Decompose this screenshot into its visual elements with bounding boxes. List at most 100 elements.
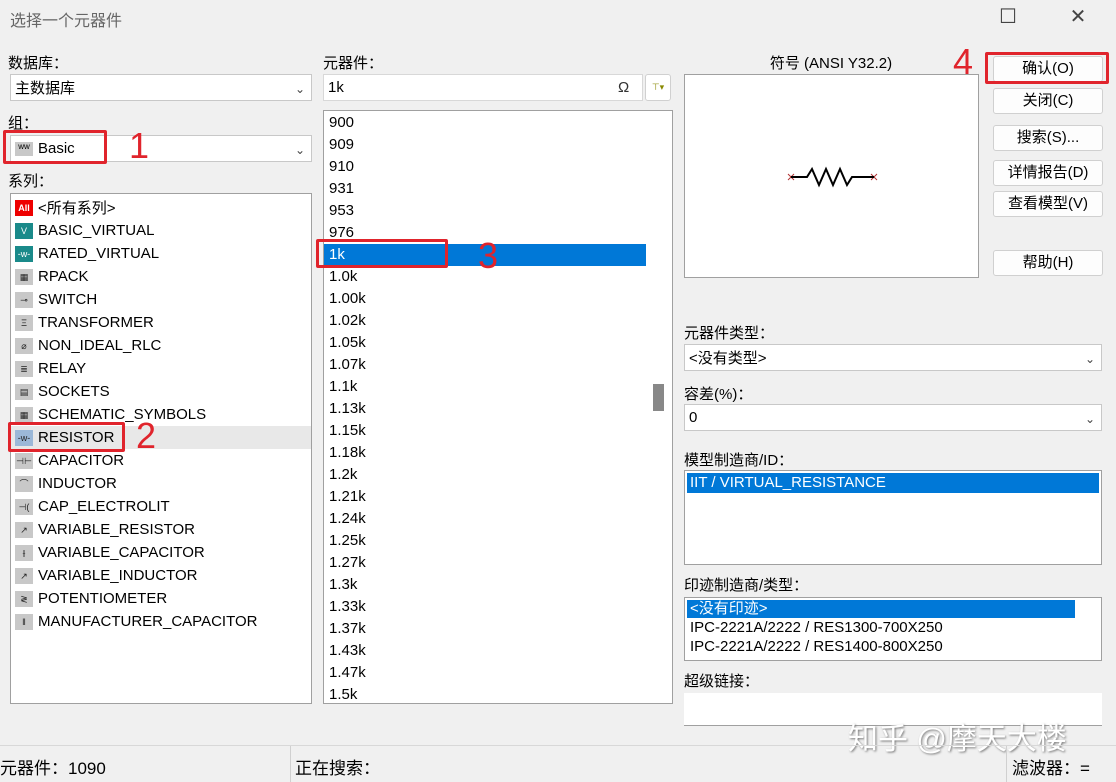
list-item[interactable]: <没有印迹> — [687, 600, 1075, 618]
list-item[interactable]: IPC-2221A/2222 / RES1400-800X250 — [687, 637, 1099, 656]
close-window-button[interactable]: ✕ — [1058, 4, 1098, 30]
list-item[interactable]: IPC-2221A/2222 / RES1300-700X250 — [687, 618, 1099, 637]
series-icon: V — [15, 222, 33, 239]
series-item-label: CAP_ELECTROLIT — [38, 498, 170, 515]
series-item-label: MANUFACTURER_CAPACITOR — [38, 613, 258, 630]
component-item[interactable]: 1.47k — [324, 662, 646, 684]
series-item-label: RATED_VIRTUAL — [38, 245, 160, 262]
component-type-value: <没有类型> — [689, 350, 767, 367]
annotation-box-4 — [985, 52, 1109, 84]
series-item[interactable]: ⊣( CAP_ELECTROLIT — [11, 495, 311, 518]
component-item[interactable]: 1.02k — [324, 310, 646, 332]
series-item-label: <所有系列> — [38, 200, 116, 217]
series-item[interactable]: ↗ VARIABLE_RESISTOR — [11, 518, 311, 541]
series-item[interactable]: ⊸ SWITCH — [11, 288, 311, 311]
component-item[interactable]: 1.07k — [324, 354, 646, 376]
series-icon: -w- — [15, 245, 33, 262]
component-item[interactable]: 900 — [324, 112, 646, 134]
series-item[interactable]: Ξ TRANSFORMER — [11, 311, 311, 334]
component-item[interactable]: 1.3k — [324, 574, 646, 596]
component-item[interactable]: 1.24k — [324, 508, 646, 530]
component-item[interactable]: 1.21k — [324, 486, 646, 508]
series-icon: ⊣( — [15, 498, 33, 515]
status-searching: 正在搜索： — [295, 759, 380, 778]
component-label: 元器件： — [323, 55, 384, 72]
series-item[interactable]: ⊣⊢ CAPACITOR — [11, 449, 311, 472]
status-bar: 元器件：1090 正在搜索： 滤波器：= — [0, 745, 1116, 782]
series-icon: ▦ — [15, 268, 33, 285]
component-item[interactable]: 1.5k — [324, 684, 646, 703]
series-item-label: SWITCH — [38, 291, 98, 308]
series-item[interactable]: ‖ MANUFACTURER_CAPACITOR — [11, 610, 311, 633]
series-icon: ⊸ — [15, 291, 33, 308]
series-item[interactable]: ▦ RPACK — [11, 265, 311, 288]
series-label: 系列： — [8, 173, 54, 190]
component-item[interactable]: 1.43k — [324, 640, 646, 662]
annotation-box-3 — [316, 239, 448, 268]
model-mfr-list[interactable]: IIT / VIRTUAL_RESISTANCE — [684, 470, 1102, 565]
component-list[interactable]: 900 909 910 931 953 976 1k 1.0k 1.00k 1.02k 1.05k 1… — [323, 110, 673, 704]
series-icon: ⫲ — [15, 544, 33, 561]
component-item[interactable]: 1.00k — [324, 288, 646, 310]
component-item[interactable]: 909 — [324, 134, 646, 156]
series-item[interactable]: V BASIC_VIRTUAL — [11, 219, 311, 242]
hyperlink-label: 超级链接： — [684, 673, 760, 690]
component-item[interactable]: 1.05k — [324, 332, 646, 354]
symbol-preview — [684, 74, 979, 278]
vertical-scrollbar-thumb[interactable] — [653, 384, 664, 411]
series-item[interactable]: ⌀ NON_IDEAL_RLC — [11, 334, 311, 357]
tolerance-dropdown[interactable]: 0 ⌄ — [684, 404, 1102, 431]
component-item[interactable]: 1.18k — [324, 442, 646, 464]
series-item[interactable]: All <所有系列> — [11, 196, 311, 219]
detail-report-button[interactable]: 详情报告(D) — [993, 160, 1103, 186]
footprint-list[interactable]: <没有印迹> IPC-2221A/2222 / RES1300-700X250 … — [684, 597, 1102, 661]
component-input-value: 1k — [328, 79, 344, 96]
component-item[interactable]: 1.2k — [324, 464, 646, 486]
status-divider — [290, 746, 291, 782]
component-type-dropdown[interactable]: <没有类型> ⌄ — [684, 344, 1102, 371]
series-item[interactable]: ⫲ VARIABLE_CAPACITOR — [11, 541, 311, 564]
component-item[interactable]: 931 — [324, 178, 646, 200]
chevron-down-icon: ⌄ — [295, 81, 306, 96]
filter-icon[interactable]: ⊤▾ — [645, 74, 671, 101]
series-item-label: SOCKETS — [38, 383, 110, 400]
component-item[interactable]: 1.15k — [324, 420, 646, 442]
series-icon: ▦ — [15, 406, 33, 423]
series-item[interactable]: ▤ SOCKETS — [11, 380, 311, 403]
series-icon: ≷ — [15, 590, 33, 607]
search-button[interactable]: 搜索(S)... — [993, 125, 1103, 151]
series-item[interactable]: ≷ POTENTIOMETER — [11, 587, 311, 610]
series-icon: ⌀ — [15, 337, 33, 354]
series-item-label: BASIC_VIRTUAL — [38, 222, 155, 239]
tolerance-value: 0 — [689, 409, 698, 426]
series-item-label: VARIABLE_CAPACITOR — [38, 544, 205, 561]
component-item[interactable]: 1.27k — [324, 552, 646, 574]
series-item-label: RPACK — [38, 268, 89, 285]
component-item[interactable]: 1.25k — [324, 530, 646, 552]
maximize-button[interactable]: ☐ — [988, 4, 1028, 30]
component-item[interactable]: 1.33k — [324, 596, 646, 618]
series-item[interactable]: ⌒ INDUCTOR — [11, 472, 311, 495]
close-button[interactable]: 关闭(C) — [993, 88, 1103, 114]
series-item[interactable]: -w- RATED_VIRTUAL — [11, 242, 311, 265]
series-item-label: VARIABLE_INDUCTOR — [38, 567, 198, 584]
list-item[interactable]: IIT / VIRTUAL_RESISTANCE — [687, 473, 1099, 493]
series-icon: ↗ — [15, 521, 33, 538]
series-item[interactable]: ↗ VARIABLE_INDUCTOR — [11, 564, 311, 587]
omega-icon[interactable]: Ω — [618, 79, 638, 96]
component-input[interactable]: 1k Ω — [323, 74, 643, 101]
help-button[interactable]: 帮助(H) — [993, 250, 1103, 276]
footprint-label: 印迹制造商/类型： — [684, 577, 809, 594]
component-item[interactable]: 1.1k — [324, 376, 646, 398]
component-item[interactable]: 953 — [324, 200, 646, 222]
series-icon: ⊣⊢ — [15, 452, 33, 469]
component-item[interactable]: 1.13k — [324, 398, 646, 420]
window-title: 选择一个元器件 — [10, 13, 123, 30]
component-item[interactable]: 1.37k — [324, 618, 646, 640]
chevron-down-icon: ⌄ — [1085, 411, 1096, 426]
status-filter: 滤波器：= — [1012, 759, 1090, 778]
component-item[interactable]: 910 — [324, 156, 646, 178]
series-item[interactable]: ≣ RELAY — [11, 357, 311, 380]
view-model-button[interactable]: 查看模型(V) — [993, 191, 1103, 217]
database-dropdown[interactable]: 主数据库 ⌄ — [10, 74, 312, 101]
